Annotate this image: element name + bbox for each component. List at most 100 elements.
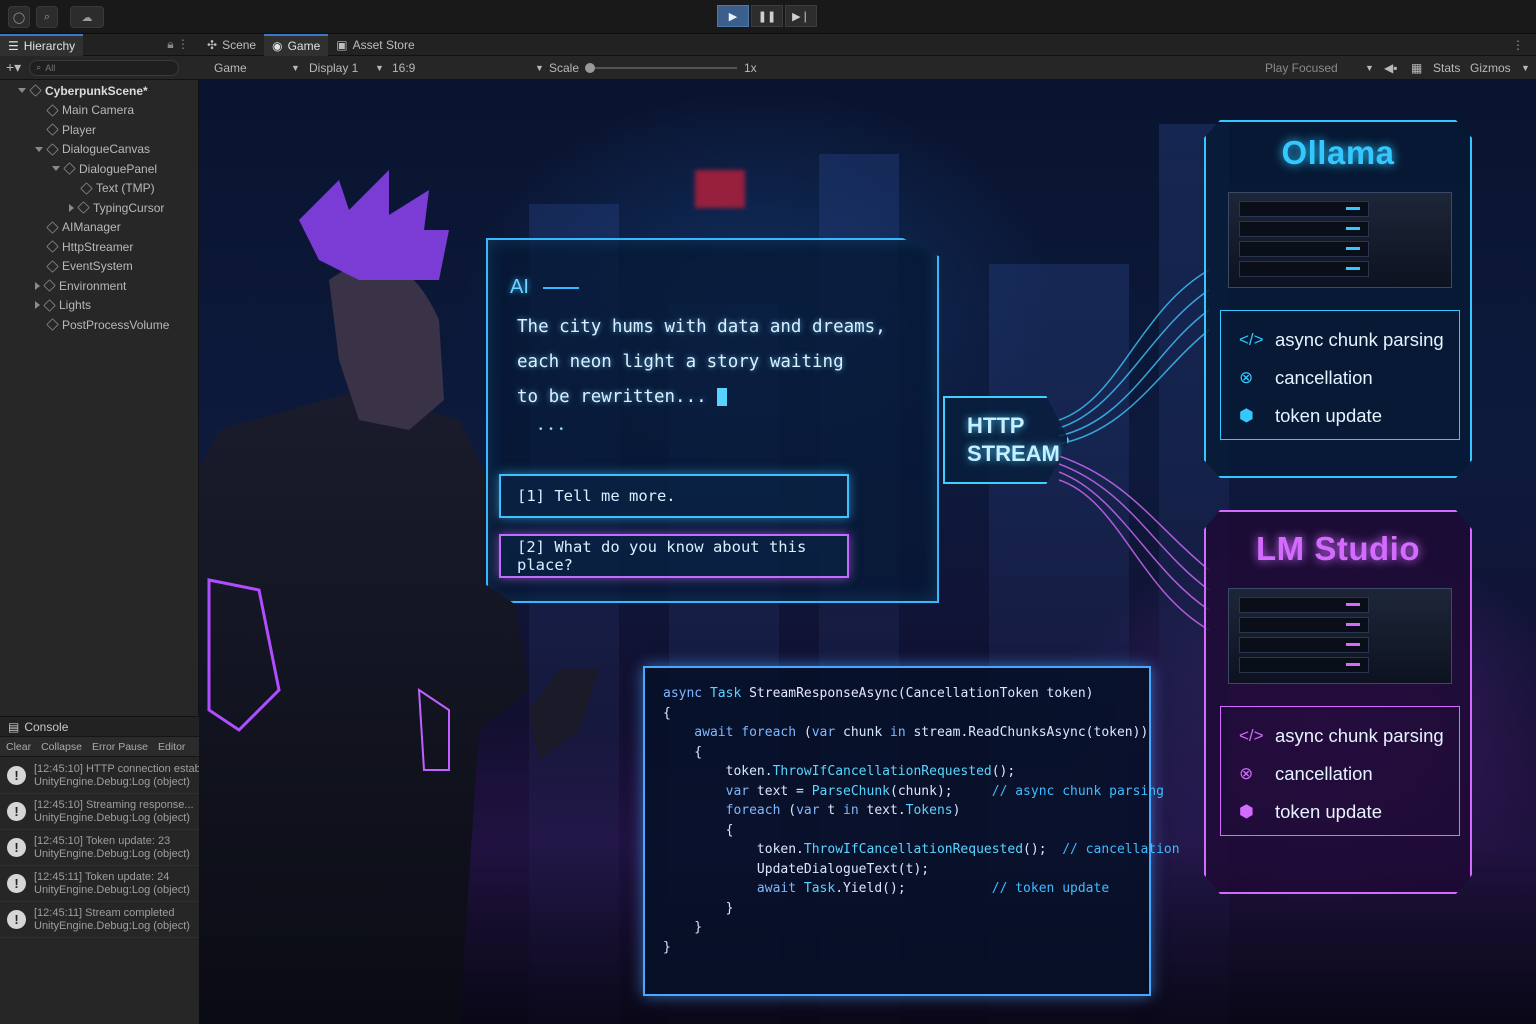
hierarchy-panel: CyberpunkScene* Main Camera Player Dialogue… — [0, 80, 199, 716]
log-message: [12:45:11] Token update: 24 — [34, 870, 170, 883]
code-snippet: async Task StreamResponseAsync(Cancellat… — [643, 666, 1180, 996]
typing-cursor — [717, 388, 728, 406]
hierarchy-item[interactable]: CyberpunkScene* — [18, 81, 148, 100]
gameobject-icon — [46, 142, 59, 156]
scale-slider[interactable] — [585, 63, 737, 73]
play-focused-dropdown[interactable]: Play Focused — [1265, 61, 1338, 75]
chevron-down-icon: ▼ — [1521, 62, 1530, 73]
info-icon: ! — [7, 766, 26, 785]
scale-label: Scale — [549, 60, 580, 75]
cancel-icon: ⊗ — [1239, 368, 1254, 387]
clear-button[interactable]: Clear — [6, 741, 31, 753]
grid-icon[interactable]: ▦ — [1411, 61, 1422, 75]
gizmos-button[interactable]: Gizmos — [1470, 61, 1511, 75]
hierarchy-item[interactable]: AIManager — [46, 218, 121, 237]
gameobject-icon — [46, 318, 59, 331]
hierarchy-item[interactable]: Lights — [35, 296, 92, 315]
server-title: Ollama — [1281, 134, 1395, 171]
code-line: { — [663, 822, 734, 838]
server-card: Ollama </> async chunk parsing ⊗ cancellatio… — [1204, 120, 1472, 478]
chevron-down-icon[interactable] — [52, 166, 60, 171]
code-line: } — [663, 900, 734, 916]
tab-game[interactable]: ◉ Game — [264, 33, 329, 56]
hierarchy-item[interactable]: HttpStreamer — [46, 237, 133, 256]
gameobject-icon — [46, 123, 59, 136]
code-line: foreach (var t in text.Tokens) — [663, 803, 961, 818]
audio-icon[interactable]: ◀▪ — [1384, 61, 1397, 75]
feature-item: </> async chunk parsing — [1239, 329, 1444, 350]
hierarchy-item[interactable]: TypingCursor — [69, 198, 165, 217]
more-icon[interactable]: ⋮ — [1512, 38, 1524, 52]
code-line: await foreach (var chunk in stream.ReadC… — [663, 725, 1149, 740]
dialogue-line: to be rewritten... — [517, 387, 707, 407]
feature-item: ⊗ cancellation — [1239, 763, 1373, 784]
tab-hierarchy[interactable]: ☰ Hierarchy — [0, 33, 84, 56]
dialogue-text: The city hums with data and dreams, each… — [517, 310, 886, 415]
game-toolbar: Game ▼ Display 1 ▼ 16:9 ▼ Scale 1x Play … — [199, 56, 1536, 80]
chevron-down-icon: ▼ — [535, 62, 544, 73]
info-icon: ! — [7, 910, 26, 929]
hierarchy-item[interactable]: EventSystem — [46, 257, 133, 276]
add-icon[interactable]: +▾ — [6, 59, 21, 76]
cube-icon: ⬢ — [1239, 406, 1254, 425]
chevron-right-icon[interactable] — [69, 203, 74, 212]
hierarchy-item[interactable]: Player — [46, 120, 96, 139]
gameobject-icon — [46, 220, 59, 234]
server-title: LM Studio — [1256, 530, 1420, 567]
hierarchy-item-label: DialoguePanel — [79, 161, 158, 176]
editor-dropdown[interactable]: Editor — [158, 741, 185, 753]
game-view[interactable]: AI The city hums with data and dreams, e… — [199, 80, 1536, 1024]
server-rack-icon — [1228, 192, 1452, 288]
gameobject-icon — [46, 259, 59, 273]
error-pause-button[interactable]: Error Pause — [92, 741, 148, 753]
scene-icon: ✣ — [207, 37, 218, 52]
chevron-down-icon[interactable] — [18, 88, 26, 93]
dialogue-line: The city hums with data and dreams, — [517, 317, 886, 337]
stream-connectors — [1059, 269, 1210, 631]
scale-slider-handle[interactable] — [585, 63, 595, 73]
chevron-down-icon[interactable] — [35, 146, 43, 152]
tab-asset-store[interactable]: ▣ Asset Store — [328, 34, 422, 56]
game-mode-dropdown[interactable]: Game — [214, 61, 247, 75]
hierarchy-search-input[interactable]: ⌕ All — [29, 59, 180, 76]
hierarchy-item-label: TypingCursor — [93, 200, 165, 215]
cloud-icon[interactable]: ☁ — [70, 6, 104, 28]
hierarchy-item[interactable]: Text (TMP) — [80, 179, 155, 198]
stats-button[interactable]: Stats — [1433, 61, 1460, 75]
tab-scene[interactable]: ✣ Scene — [199, 34, 264, 56]
aspect-dropdown[interactable]: 16:9 — [392, 61, 415, 75]
play-controls: ▶ ❚❚ ▶❘ — [717, 5, 817, 27]
log-message: [12:45:11] Stream completed — [34, 906, 175, 919]
hierarchy-item[interactable]: DialogueCanvas — [35, 140, 150, 159]
gameobject-icon — [77, 201, 90, 214]
chevron-right-icon[interactable] — [35, 281, 40, 290]
hierarchy-item-label: Text (TMP) — [96, 181, 155, 195]
chevron-right-icon[interactable] — [35, 301, 40, 309]
choice-button-1[interactable]: [1] Tell me more. — [499, 474, 849, 518]
code-line: UpdateDialogueText(t); — [663, 861, 930, 877]
account-circle-icon[interactable]: ◯ — [8, 6, 30, 28]
lock-icon[interactable]: 🔒︎ ⋮ — [167, 37, 189, 52]
hierarchy-item[interactable]: Environment — [35, 276, 127, 295]
chevron-down-icon: ▼ — [291, 62, 300, 73]
step-icon[interactable]: ▶❘ — [785, 5, 817, 27]
log-source: UnityEngine.Debug:Log (object) — [34, 919, 190, 932]
play-icon[interactable]: ▶ — [717, 5, 749, 27]
code-line: token.ThrowIfCancellationRequested(); //… — [663, 842, 1180, 857]
view-tabbar: ✣ Scene ◉ Game ▣ Asset Store ⋮ — [199, 33, 1536, 56]
gameobject-icon — [63, 162, 76, 175]
collapse-button[interactable]: Collapse — [41, 741, 82, 753]
hierarchy-item[interactable]: DialoguePanel — [52, 159, 158, 178]
hierarchy-item-label: Lights — [59, 298, 92, 312]
gameobject-icon — [46, 240, 59, 253]
pause-icon[interactable]: ❚❚ — [751, 5, 783, 27]
search-circle-icon[interactable]: ⌕ — [36, 6, 58, 28]
hierarchy-item-label: Environment — [59, 278, 127, 293]
bag-icon: ▣ — [336, 37, 348, 52]
gameobject-icon — [46, 103, 59, 117]
hierarchy-item[interactable]: Main Camera — [46, 101, 134, 120]
feature-item: ⬢ token update — [1239, 405, 1382, 426]
hierarchy-item[interactable]: PostProcessVolume — [46, 315, 169, 334]
display-dropdown[interactable]: Display 1 — [309, 61, 358, 75]
choice-button-2[interactable]: [2] What do you know about this place? — [499, 534, 849, 578]
